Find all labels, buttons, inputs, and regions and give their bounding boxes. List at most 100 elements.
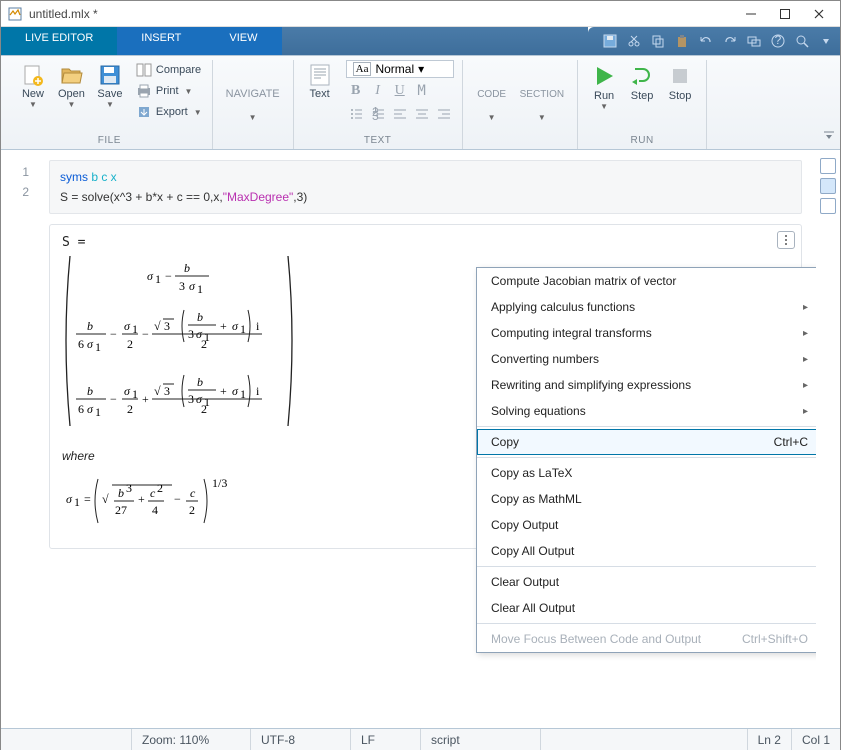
svg-text:b: b bbox=[87, 384, 93, 398]
collapse-toolstrip-icon[interactable] bbox=[822, 60, 836, 140]
tab-view[interactable]: VIEW bbox=[205, 27, 281, 55]
svg-text:+: + bbox=[142, 392, 149, 406]
paragraph-format-row: 123 bbox=[346, 104, 454, 124]
save-icon[interactable] bbox=[600, 31, 620, 51]
svg-text:σ: σ bbox=[124, 319, 131, 333]
tab-insert[interactable]: INSERT bbox=[117, 27, 205, 55]
cm-convert[interactable]: Converting numbers▸ bbox=[477, 346, 816, 372]
status-col: Col 1 bbox=[792, 729, 840, 750]
chevron-down-icon: ▼ bbox=[600, 103, 608, 111]
bold-button[interactable]: B bbox=[346, 81, 366, 101]
open-button[interactable]: Open▼ bbox=[53, 60, 90, 122]
cm-clear-all-output[interactable]: Clear All Output bbox=[477, 595, 816, 621]
status-eol[interactable]: LF bbox=[351, 729, 421, 750]
window-minimize-button[interactable] bbox=[734, 3, 768, 25]
window-maximize-button[interactable] bbox=[768, 3, 802, 25]
text-button[interactable]: Text bbox=[302, 60, 338, 103]
minimize-ribbon-icon[interactable] bbox=[816, 31, 836, 51]
status-line: Ln 2 bbox=[747, 729, 792, 750]
print-button[interactable]: Print▼ bbox=[134, 81, 204, 101]
tab-live-editor[interactable]: LIVE EDITOR bbox=[1, 27, 117, 55]
cm-clear-output[interactable]: Clear Output bbox=[477, 569, 816, 595]
cm-copy-mathml[interactable]: Copy as MathML bbox=[477, 486, 816, 512]
search-icon[interactable] bbox=[792, 31, 812, 51]
svg-text:c: c bbox=[150, 486, 156, 500]
output-inline-icon[interactable] bbox=[820, 178, 836, 194]
sigma-definition: σ1 = √ b3 27 + c2 4 − c bbox=[62, 471, 272, 527]
svg-text:σ: σ bbox=[87, 402, 94, 416]
output-right-icon[interactable] bbox=[820, 158, 836, 174]
chevron-right-icon: ▸ bbox=[803, 354, 808, 365]
cm-rewrite[interactable]: Rewriting and simplifying expressions▸ bbox=[477, 372, 816, 398]
chevron-down-icon: ▼ bbox=[29, 101, 37, 109]
code-menu[interactable]: CODE ▼ bbox=[471, 85, 513, 125]
svg-text:2: 2 bbox=[201, 402, 207, 416]
svg-text:2: 2 bbox=[201, 337, 207, 351]
cm-separator bbox=[477, 426, 816, 427]
chevron-down-icon: ▼ bbox=[194, 108, 202, 117]
run-group-label: RUN bbox=[586, 133, 698, 149]
svg-text:c: c bbox=[190, 486, 196, 500]
solution-matrix: σ1 − b 3σ1 b 6σ1 − bbox=[62, 250, 322, 430]
ribbon-spacer bbox=[282, 27, 588, 55]
cm-copy[interactable]: CopyCtrl+C bbox=[477, 429, 816, 455]
cm-copy-all-output[interactable]: Copy All Output bbox=[477, 538, 816, 564]
align-left-button[interactable] bbox=[390, 104, 410, 124]
new-button[interactable]: New▼ bbox=[15, 60, 51, 122]
cut-icon[interactable] bbox=[624, 31, 644, 51]
cm-copy-latex[interactable]: Copy as LaTeX bbox=[477, 460, 816, 486]
svg-text:+: + bbox=[220, 319, 227, 333]
switch-windows-icon[interactable] bbox=[744, 31, 764, 51]
status-encoding[interactable]: UTF-8 bbox=[251, 729, 351, 750]
run-button[interactable]: Run▼ bbox=[586, 60, 622, 114]
svg-text:b: b bbox=[118, 486, 124, 500]
window-close-button[interactable] bbox=[802, 3, 836, 25]
redo-icon[interactable] bbox=[720, 31, 740, 51]
copy-icon[interactable] bbox=[648, 31, 668, 51]
status-spacer bbox=[1, 729, 131, 750]
svg-text:1: 1 bbox=[197, 282, 203, 296]
status-mode[interactable]: script bbox=[421, 729, 541, 750]
svg-text:b: b bbox=[184, 261, 190, 275]
line-number: 2 bbox=[1, 182, 29, 202]
paragraph-style-select[interactable]: Aa Normal ▾ bbox=[346, 60, 454, 78]
undo-icon[interactable] bbox=[696, 31, 716, 51]
svg-text:1: 1 bbox=[95, 405, 101, 419]
code-block[interactable]: syms b c x S = solve(x^3 + b*x + c == 0,… bbox=[49, 160, 802, 214]
monospace-button[interactable]: M bbox=[412, 81, 432, 101]
chevron-right-icon: ▸ bbox=[803, 380, 808, 391]
navigate-button[interactable]: NAVIGATE ▼ bbox=[221, 84, 285, 125]
paste-icon[interactable] bbox=[672, 31, 692, 51]
stop-button[interactable]: Stop bbox=[662, 60, 698, 114]
step-button[interactable]: Step bbox=[624, 60, 660, 114]
italic-button[interactable]: I bbox=[368, 81, 388, 101]
compare-button[interactable]: Compare bbox=[134, 60, 204, 80]
svg-text:1: 1 bbox=[155, 272, 161, 286]
status-zoom[interactable]: Zoom: 110% bbox=[131, 729, 251, 750]
align-right-button[interactable] bbox=[434, 104, 454, 124]
numbered-list-button[interactable]: 123 bbox=[368, 104, 388, 124]
svg-text:1: 1 bbox=[74, 495, 80, 509]
export-button[interactable]: Export▼ bbox=[134, 102, 204, 122]
svg-text:3: 3 bbox=[372, 109, 379, 121]
cm-solve[interactable]: Solving equations▸ bbox=[477, 398, 816, 424]
chevron-down-icon: ▼ bbox=[538, 114, 546, 122]
help-icon[interactable]: ? bbox=[768, 31, 788, 51]
save-button[interactable]: Save▼ bbox=[92, 60, 128, 122]
editor-content[interactable]: syms b c x S = solve(x^3 + b*x + c == 0,… bbox=[35, 150, 816, 728]
svg-text:−: − bbox=[110, 392, 117, 406]
cm-jacobian[interactable]: Compute Jacobian matrix of vector bbox=[477, 268, 816, 294]
cm-copy-output[interactable]: Copy Output bbox=[477, 512, 816, 538]
bullet-list-button[interactable] bbox=[346, 104, 366, 124]
cm-integral[interactable]: Computing integral transforms▸ bbox=[477, 320, 816, 346]
svg-text:b: b bbox=[197, 310, 203, 324]
section-menu[interactable]: SECTION ▼ bbox=[515, 85, 569, 125]
align-center-button[interactable] bbox=[412, 104, 432, 124]
output-menu-icon[interactable] bbox=[777, 231, 795, 249]
file-group-label: FILE bbox=[15, 133, 204, 149]
svg-text:σ: σ bbox=[87, 337, 94, 351]
cm-calculus[interactable]: Applying calculus functions▸ bbox=[477, 294, 816, 320]
underline-button[interactable]: U bbox=[390, 81, 410, 101]
svg-text:σ: σ bbox=[66, 492, 73, 506]
output-hide-icon[interactable] bbox=[820, 198, 836, 214]
